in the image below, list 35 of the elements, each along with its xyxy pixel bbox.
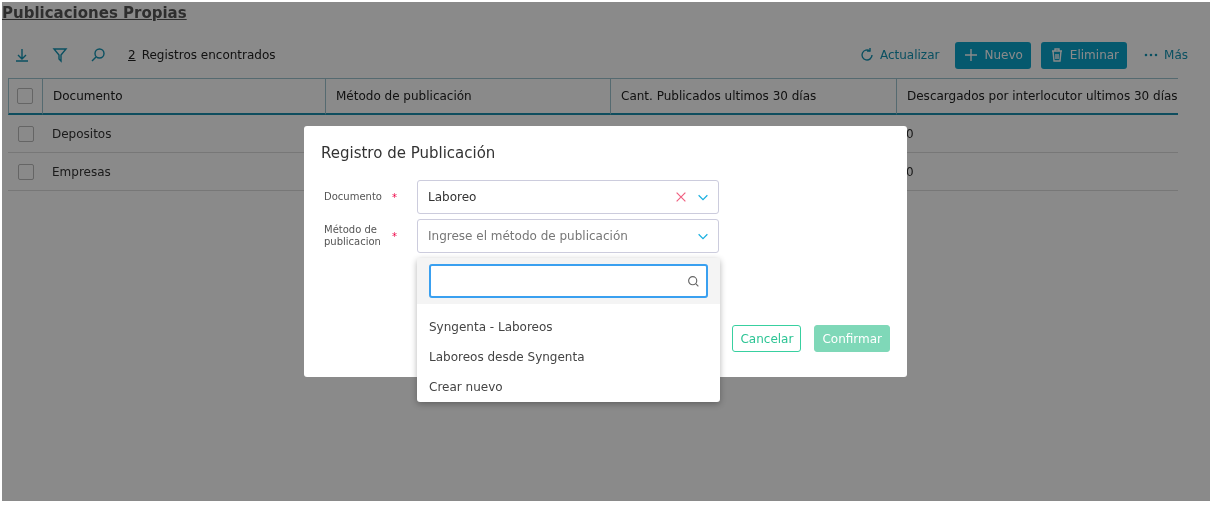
column-header: Método de publicación [325, 78, 610, 115]
search-button[interactable] [90, 47, 106, 63]
column-header: Cant. Publicados ultimos 30 días [610, 78, 896, 115]
more-button[interactable]: Más [1137, 47, 1194, 63]
select-field[interactable]: Ingrese el método de publicación [417, 219, 719, 253]
filter-button[interactable] [52, 47, 68, 63]
select-field[interactable]: Laboreo [417, 180, 719, 214]
required-mark: * [392, 230, 398, 242]
search-icon [687, 274, 700, 288]
field-label: Método de publicacion [324, 224, 382, 248]
record-count: 2 [128, 48, 136, 62]
page-title: Publicaciones Propias [2, 3, 188, 24]
download-icon [14, 47, 30, 63]
delete-button[interactable]: Eliminar [1040, 41, 1128, 69]
dropdown-option[interactable]: Crear nuevo [417, 372, 720, 402]
search-field[interactable] [429, 264, 708, 298]
select-all-checkbox[interactable] [17, 88, 33, 104]
field-label: Documento [324, 191, 383, 203]
search-icon [90, 47, 106, 63]
dropdown-option[interactable]: Syngenta - Laboreos [417, 312, 720, 342]
row-checkbox[interactable] [18, 125, 34, 142]
required-mark: * [392, 191, 398, 203]
row-checkbox[interactable] [18, 163, 34, 180]
new-button[interactable]: Nuevo [955, 41, 1031, 69]
column-header: Descargados por interlocutor ultimos 30 días [896, 78, 1178, 115]
refresh-button[interactable]: Actualizar [852, 47, 946, 63]
download-button[interactable] [14, 47, 30, 63]
dropdown-option[interactable]: Laboreos desde Syngenta [417, 342, 720, 372]
plus-icon [963, 47, 980, 63]
cancel-button[interactable]: Cancelar [732, 325, 802, 352]
column-header: Documento [42, 78, 325, 115]
filter-icon [52, 47, 68, 63]
clear-icon [674, 190, 688, 204]
refresh-icon [858, 47, 875, 63]
record-count-label: Registros encontrados [141, 48, 276, 62]
